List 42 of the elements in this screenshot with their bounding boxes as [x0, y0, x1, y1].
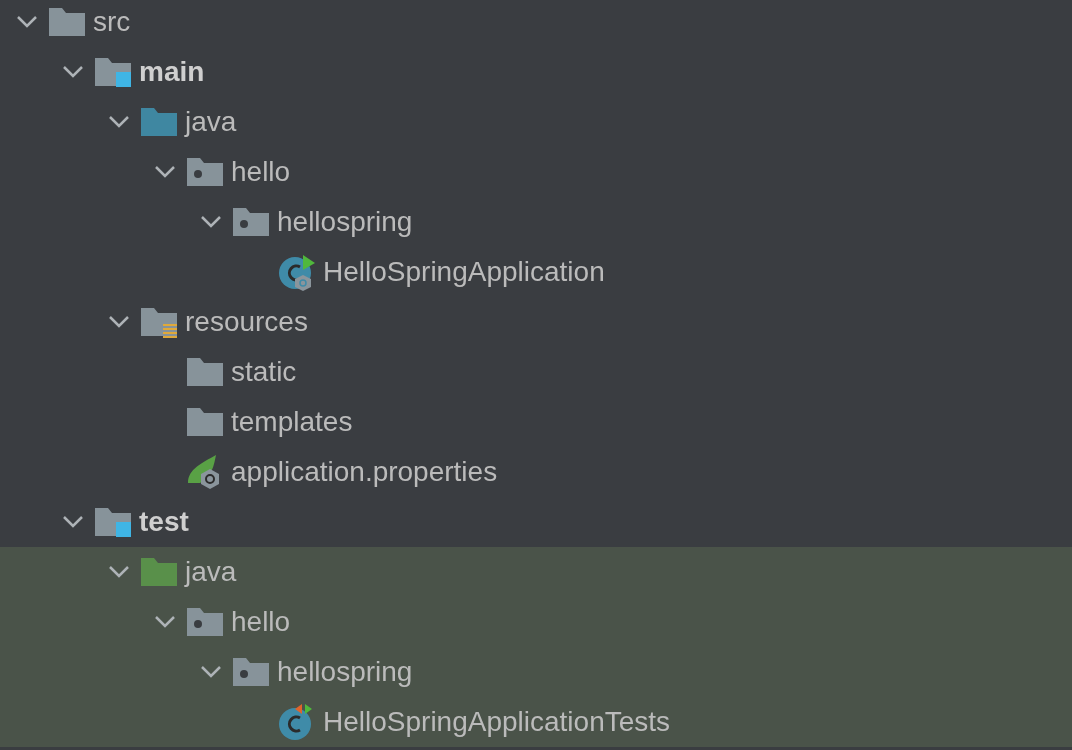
tree-item-label: templates: [231, 408, 353, 436]
module-folder-icon: [94, 506, 132, 538]
tree-item-label: test: [139, 508, 189, 536]
tree-item-label: hellospring: [277, 658, 413, 686]
chevron-icon[interactable]: [16, 15, 38, 29]
resources-folder-icon: [140, 306, 178, 338]
chevron-icon[interactable]: [200, 215, 222, 229]
chevron-icon[interactable]: [108, 115, 130, 129]
module-folder-icon: [94, 56, 132, 88]
folder-icon: [48, 6, 86, 38]
package-folder-icon: [186, 606, 224, 638]
chevron-icon[interactable]: [62, 65, 84, 79]
package-folder-icon: [186, 156, 224, 188]
tree-item-label: resources: [185, 308, 308, 336]
tree-item-label: static: [231, 358, 297, 386]
chevron-icon[interactable]: [154, 165, 176, 179]
folder-icon: [186, 356, 224, 388]
class-icon: [278, 253, 316, 291]
tree-item-label: hello: [231, 158, 291, 186]
chevron-icon[interactable]: [154, 615, 176, 629]
chevron-icon[interactable]: [62, 515, 84, 529]
tree-item-label: src: [93, 8, 131, 36]
package-folder-icon: [232, 656, 270, 688]
chevron-icon[interactable]: [108, 315, 130, 329]
tree-row[interactable]: java: [0, 547, 1072, 597]
tree-item-label: application.properties: [231, 458, 498, 486]
tree-row[interactable]: hello: [0, 597, 1072, 647]
tree-item-label: HelloSpringApplicationTests: [323, 708, 671, 736]
tree-item-label: HelloSpringApplication: [323, 258, 605, 286]
tree-row[interactable]: HelloSpringApplicationTests: [0, 697, 1072, 747]
folder-icon: [140, 556, 178, 588]
chevron-icon[interactable]: [200, 665, 222, 679]
folder-icon: [186, 406, 224, 438]
folder-icon: [140, 106, 178, 138]
tree-item-label: hello: [231, 608, 291, 636]
tree-item-label: hellospring: [277, 208, 413, 236]
chevron-icon[interactable]: [108, 565, 130, 579]
tree-item-label: java: [185, 108, 237, 136]
tree-row[interactable]: hellospring: [0, 647, 1072, 697]
tree-item-label: java: [185, 558, 237, 586]
tree-item-label: main: [139, 58, 205, 86]
package-folder-icon: [232, 206, 270, 238]
